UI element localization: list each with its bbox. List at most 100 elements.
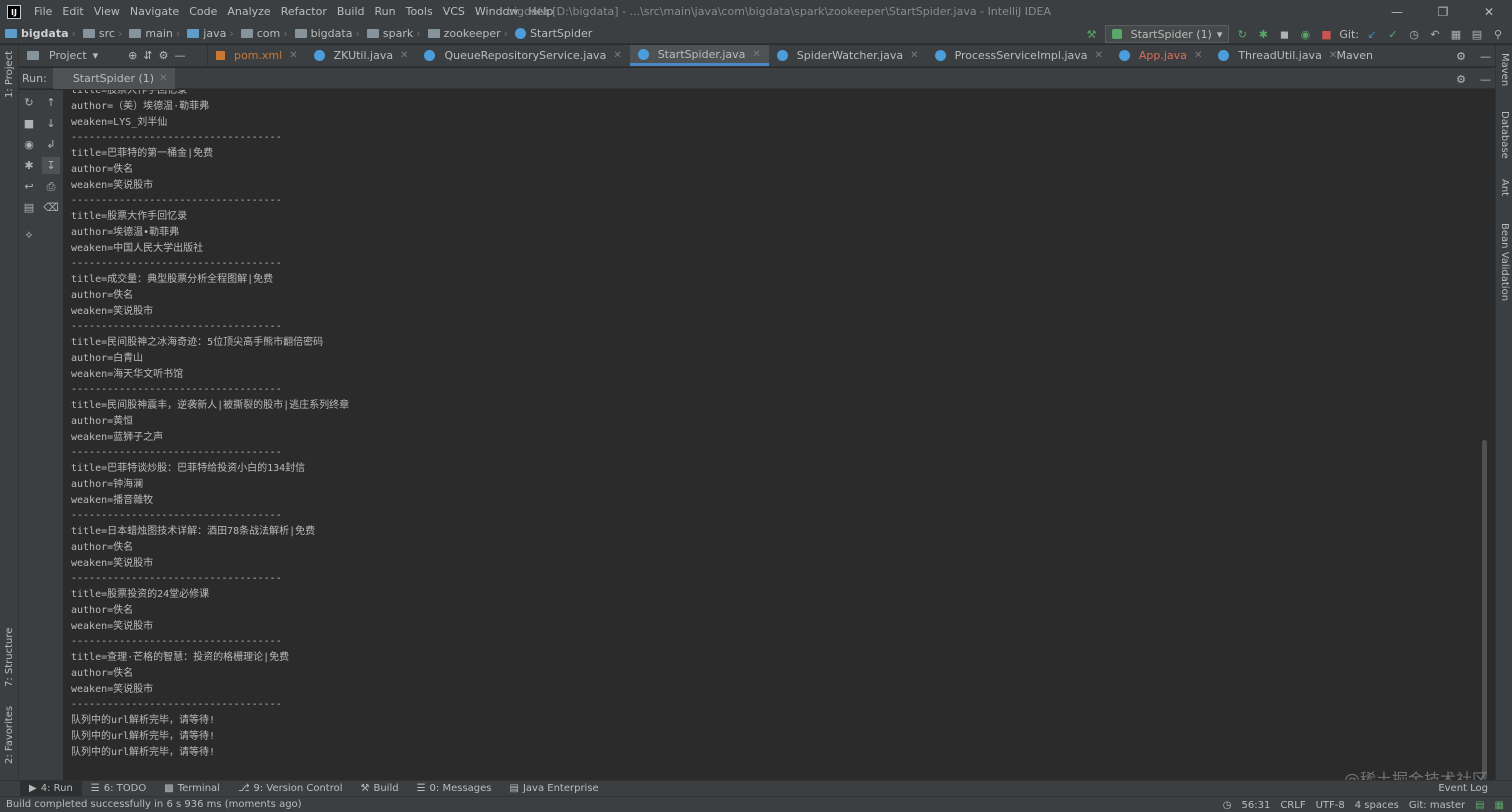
build-hammer-icon[interactable]: ⚒	[1084, 26, 1100, 42]
line-separator[interactable]: CRLF	[1280, 800, 1305, 811]
breadcrumb-item[interactable]: com ›	[236, 27, 290, 40]
tab-java-enterprise[interactable]: ▤ Java Enterprise	[501, 783, 608, 794]
rollback-icon[interactable]: ↶	[1427, 26, 1443, 42]
breadcrumb-item[interactable]: bigdata ›	[0, 27, 78, 40]
breadcrumb-item[interactable]: src ›	[78, 27, 124, 40]
gear-icon[interactable]: ⚙	[159, 49, 169, 62]
file-encoding[interactable]: UTF-8	[1316, 800, 1345, 811]
close-icon[interactable]: ✕	[1466, 0, 1512, 24]
restore-icon[interactable]: ❐	[1420, 0, 1466, 24]
rerun-icon[interactable]: ↻	[1234, 26, 1250, 42]
menu-build[interactable]: Build	[332, 0, 370, 24]
lock-icon[interactable]: ▤	[1475, 800, 1484, 811]
caret-position[interactable]: 56:31	[1241, 800, 1270, 811]
coverage-icon[interactable]: ◼	[1276, 26, 1292, 42]
stop-icon[interactable]: ■	[1318, 26, 1334, 42]
tab-thread-util[interactable]: ThreadUtil.java ✕	[1210, 45, 1345, 66]
tab-messages[interactable]: ☰ 0: Messages	[408, 783, 501, 794]
ant-tool-tab[interactable]: Ant	[1496, 179, 1512, 207]
close-tab-icon[interactable]: ✕	[159, 73, 167, 84]
exit-icon[interactable]: ↩	[20, 178, 38, 195]
gear-icon[interactable]: ⚙	[1456, 50, 1466, 63]
console-scrollbar[interactable]	[1481, 90, 1488, 780]
debug-icon[interactable]: ✱	[1255, 26, 1271, 42]
layout-icon[interactable]: ▤	[1469, 26, 1485, 42]
project-structure-icon[interactable]: ▦	[1448, 26, 1464, 42]
breadcrumb-item[interactable]: bigdata ›	[290, 27, 362, 40]
menu-analyze[interactable]: Analyze	[222, 0, 275, 24]
dump-threads-icon[interactable]: ✱	[20, 157, 38, 174]
camera-icon[interactable]: ◉	[20, 136, 38, 153]
tab-pom-xml[interactable]: pom.xml ✕	[208, 45, 306, 66]
project-tool-tab[interactable]: 1: Project	[0, 49, 19, 99]
breadcrumb-item[interactable]: java ›	[182, 27, 235, 40]
breadcrumb-item[interactable]: StartSpider	[510, 27, 594, 40]
history-icon[interactable]: ◷	[1406, 26, 1422, 42]
tab-version-control[interactable]: ⎇ 9: Version Control	[229, 783, 352, 794]
close-tab-icon[interactable]: ✕	[1095, 50, 1103, 61]
tab-queue-repository-service[interactable]: QueueRepositoryService.java ✕	[416, 45, 629, 66]
breadcrumb-item[interactable]: spark ›	[362, 27, 423, 40]
project-view-selector[interactable]: Project ▾ ⊕ ⇵ ⚙ —	[19, 45, 208, 66]
git-commit-icon[interactable]: ✓	[1385, 26, 1401, 42]
breadcrumb-item[interactable]: zookeeper ›	[423, 27, 510, 40]
tab-process-service-impl[interactable]: ProcessServiceImpl.java ✕	[927, 45, 1111, 66]
hide-icon[interactable]: —	[1480, 50, 1491, 63]
profile-icon[interactable]: ◉	[1297, 26, 1313, 42]
run-configuration-select[interactable]: StartSpider (1) ▾	[1104, 25, 1230, 43]
menu-file[interactable]: File	[29, 0, 57, 24]
close-tab-icon[interactable]: ✕	[289, 50, 297, 61]
memory-indicator-icon[interactable]: ◷	[1223, 800, 1232, 811]
scroll-to-end-icon[interactable]: ↧	[42, 157, 60, 174]
close-tab-icon[interactable]: ✕	[752, 49, 760, 60]
event-log-tab[interactable]: Event Log	[1438, 781, 1488, 797]
git-update-icon[interactable]: ↙	[1364, 26, 1380, 42]
close-tab-icon[interactable]: ✕	[613, 50, 621, 61]
indent-setting[interactable]: 4 spaces	[1355, 800, 1399, 811]
hide-icon[interactable]: —	[1480, 73, 1491, 86]
tab-spider-watcher[interactable]: SpiderWatcher.java ✕	[769, 45, 927, 66]
close-tab-icon[interactable]: ✕	[400, 50, 408, 61]
down-arrow-icon[interactable]: ↓	[42, 115, 60, 132]
close-tab-icon[interactable]: ✕	[910, 50, 918, 61]
tab-zkutil[interactable]: ZKUtil.java ✕	[306, 45, 417, 66]
run-tab-start-spider[interactable]: StartSpider (1) ✕	[52, 67, 176, 89]
layout-icon[interactable]: ▤	[20, 199, 38, 216]
tab-build[interactable]: ⚒ Build	[352, 783, 408, 794]
git-branch[interactable]: Git: master	[1409, 800, 1465, 811]
close-tab-icon[interactable]: ✕	[1194, 50, 1202, 61]
favorites-tool-tab[interactable]: 2: Favorites	[0, 705, 19, 765]
tab-terminal[interactable]: ▩ Terminal	[155, 783, 229, 794]
maven-tool-tab[interactable]: Maven	[1496, 53, 1512, 99]
menu-vcs[interactable]: VCS	[438, 0, 470, 24]
tab-todo[interactable]: ☰ 6: TODO	[82, 783, 155, 794]
minimize-icon[interactable]: —	[1374, 0, 1420, 24]
scrollbar-thumb[interactable]	[1482, 440, 1487, 780]
breadcrumb-item[interactable]: main ›	[124, 27, 182, 40]
gear-icon[interactable]: ⚙	[1456, 73, 1466, 86]
database-tool-tab[interactable]: Database	[1496, 111, 1512, 167]
structure-tool-tab[interactable]: 7: Structure	[0, 625, 19, 689]
menu-code[interactable]: Code	[184, 0, 222, 24]
bean-validation-tool-tab[interactable]: Bean Validation	[1496, 223, 1512, 307]
tab-start-spider[interactable]: StartSpider.java ✕	[629, 45, 769, 66]
menu-refactor[interactable]: Refactor	[276, 0, 332, 24]
pin-icon[interactable]: ⟡	[20, 226, 38, 243]
search-icon[interactable]: ⚲	[1490, 26, 1506, 42]
console-output[interactable]: title=股票大作手回忆录 author=（美）埃德温·勒菲弗 weaken=LY…	[63, 90, 1488, 780]
menu-tools[interactable]: Tools	[401, 0, 438, 24]
rerun-icon[interactable]: ↻	[20, 94, 38, 111]
tab-run[interactable]: ▶ 4: Run	[20, 780, 82, 797]
trash-icon[interactable]: ⌫	[42, 199, 60, 216]
menu-navigate[interactable]: Navigate	[125, 0, 184, 24]
inspection-icon[interactable]: ▦	[1495, 800, 1504, 811]
menu-run[interactable]: Run	[370, 0, 401, 24]
menu-edit[interactable]: Edit	[57, 0, 88, 24]
collapse-icon[interactable]: ⇵	[143, 49, 152, 62]
menu-view[interactable]: View	[89, 0, 125, 24]
tab-app[interactable]: App.java ✕	[1111, 45, 1210, 66]
hide-icon[interactable]: —	[174, 49, 185, 62]
stop-icon[interactable]: ■	[20, 115, 38, 132]
soft-wrap-icon[interactable]: ↲	[42, 136, 60, 153]
locate-icon[interactable]: ⊕	[128, 49, 137, 62]
